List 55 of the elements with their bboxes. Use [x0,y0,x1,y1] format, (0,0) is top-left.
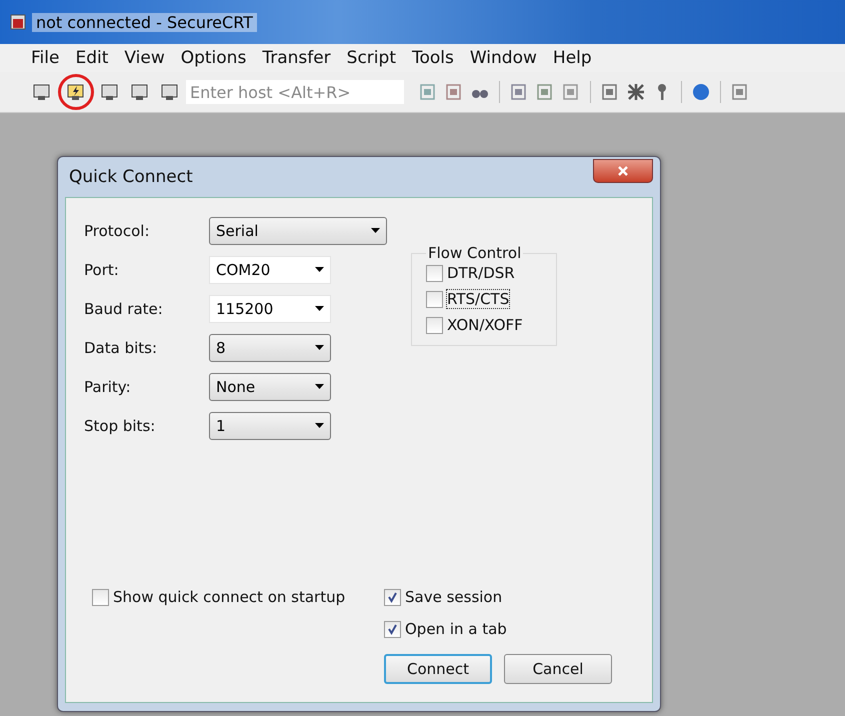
document-icon[interactable] [535,82,555,102]
checkbox-label: XON/XOFF [447,316,523,334]
caret-icon [371,228,380,233]
checkbox[interactable] [426,290,443,308]
check-icon [386,590,399,604]
menu-item[interactable]: Edit [68,48,116,68]
check-icon [386,622,399,636]
document-icon[interactable] [509,82,529,102]
field-label: Stop bits: [84,416,156,434]
host-field[interactable]: Enter host <Alt+R> [186,80,404,104]
checkbox[interactable] [384,620,401,638]
dropdown-field[interactable]: 1 [209,412,331,440]
dropdown-field[interactable]: COM20 [209,256,331,284]
checkbox-label: Open in a tab [405,620,507,638]
field-label: Parity: [84,378,132,396]
menu-item[interactable]: View [117,48,172,68]
field-label: Port: [84,260,120,278]
app-icon [10,14,26,30]
window-icon[interactable] [730,82,750,102]
checkbox-label: RTS/CTS [447,290,510,308]
checkbox-label: DTR/DSR [447,264,515,282]
checkbox-label: Show quick connect on startup [113,588,346,606]
menu-item[interactable]: Tools [404,48,461,68]
menu-item[interactable]: Transfer [255,48,338,68]
checkbox-label: Save session [405,588,502,606]
field-label: Baud rate: [84,300,164,318]
field-label: Data bits: [84,338,158,356]
dropdown-field[interactable]: None [209,372,331,400]
group-title: Flow Control [427,244,522,262]
cancel-button[interactable]: Cancel [504,654,612,684]
caret-icon [315,423,324,428]
field-label: Protocol: [84,222,151,240]
caret-icon [315,384,324,389]
menu-item[interactable]: File [24,48,66,68]
caret-icon [315,306,324,311]
dropdown-field[interactable]: 8 [209,334,331,362]
toolbar-button[interactable] [58,74,94,110]
dialog-title: Quick Connect [68,167,193,187]
close-button[interactable] [593,159,653,183]
connect-button[interactable]: Connect [384,654,492,684]
checkbox[interactable] [426,264,443,282]
dropdown-field[interactable]: 115200 [209,294,331,322]
window-title: not connected - SecureCRT [32,12,257,32]
caret-icon [315,345,324,350]
dropdown-field[interactable]: Serial [209,216,387,244]
checkbox[interactable] [426,316,443,334]
window-icon[interactable] [600,82,620,102]
caret-icon [315,267,324,272]
checkbox[interactable] [384,588,401,606]
menu-item[interactable]: Script [340,48,403,68]
lightning-icon [66,82,86,102]
menu-item[interactable]: Options [174,48,254,68]
menu-item[interactable]: Window [462,48,544,68]
checkbox[interactable] [92,588,109,606]
menu-item[interactable]: Help [546,48,599,68]
